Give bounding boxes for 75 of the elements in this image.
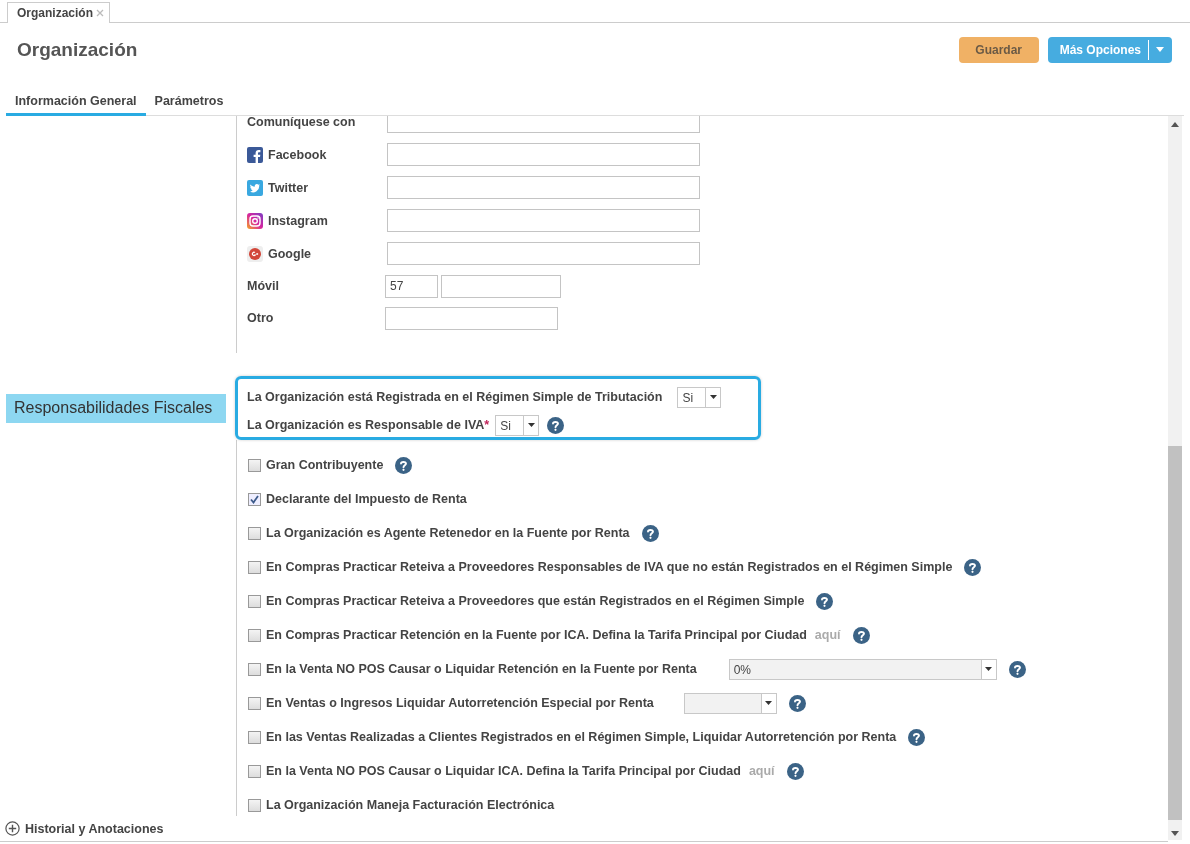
- caret-icon: [709, 395, 717, 399]
- facebook-icon: [247, 146, 263, 163]
- help-icon[interactable]: [964, 558, 982, 576]
- input-field[interactable]: [387, 242, 700, 265]
- scroll-up-icon[interactable]: [1171, 122, 1179, 127]
- input-field[interactable]: [387, 116, 700, 133]
- checkbox[interactable]: [248, 560, 261, 574]
- field-label: Facebook: [268, 147, 327, 162]
- field-label: Otro: [247, 311, 274, 325]
- checkbox[interactable]: [248, 764, 261, 778]
- help-icon[interactable]: [816, 592, 834, 610]
- help-icon[interactable]: [395, 456, 413, 474]
- caret-icon: [527, 423, 535, 427]
- input-field[interactable]: [385, 306, 558, 330]
- scroll-down-icon[interactable]: [1171, 831, 1179, 836]
- option-label: En Compras Practicar Retención en la Fuente por ICA. Defina la Tarifa Principal por Ciudad: [266, 628, 807, 642]
- page-title: Organización: [17, 39, 138, 61]
- tab[interactable]: Parámetros: [145, 94, 233, 116]
- section-label: Responsabilidades Fiscales: [6, 393, 226, 423]
- option-label: Declarante del Impuesto de Renta: [266, 492, 467, 506]
- document-tab[interactable]: Organización: [7, 2, 110, 23]
- help-icon[interactable]: [788, 694, 806, 712]
- option-label: Gran Contribuyente: [266, 458, 384, 472]
- checkbox[interactable]: [248, 662, 261, 676]
- input-field[interactable]: [387, 143, 700, 166]
- caret-icon: [765, 701, 773, 705]
- help-icon[interactable]: [852, 626, 870, 644]
- checkbox[interactable]: [248, 526, 261, 540]
- instagram-icon: [247, 212, 263, 229]
- field-label: Instagram: [268, 213, 328, 228]
- checkbox[interactable]: [248, 492, 261, 506]
- phone-field[interactable]: [441, 274, 561, 298]
- google-plus-icon: [247, 245, 263, 262]
- scroll-thumb[interactable]: [1168, 446, 1182, 820]
- checkbox[interactable]: [248, 628, 261, 642]
- select-field[interactable]: 0%: [728, 658, 997, 680]
- option-label: En Ventas o Ingresos Liquidar Autorretención Especial por Renta: [266, 696, 654, 710]
- input-field[interactable]: [387, 176, 700, 199]
- field-label: La Organización está Registrada en el Régimen Simple de Tributación: [247, 390, 663, 404]
- country-code-field[interactable]: 57: [385, 274, 438, 298]
- plus-circle-icon[interactable]: [5, 821, 20, 836]
- save-button[interactable]: Guardar: [958, 36, 1039, 63]
- option-label: En Compras Practicar Reteiva a Proveedores que están Registrados en el Régimen Simple: [266, 594, 805, 608]
- option-label: En Compras Practicar Reteiva a Proveedores Responsables de IVA que no están Registrados en el Régimen Simple: [266, 560, 953, 574]
- field-label: La Organización es Responsable de IVA*: [247, 418, 490, 432]
- caret-icon: [1156, 47, 1164, 52]
- checkbox[interactable]: [248, 798, 261, 812]
- select-field[interactable]: Si: [677, 386, 722, 408]
- caret-icon: [985, 667, 993, 671]
- option-label: En las Ventas Realizadas a Clientes Registrados en el Régimen Simple, Liquidar Autorretención por Renta: [266, 730, 897, 744]
- twitter-icon: [247, 179, 263, 196]
- help-icon[interactable]: [786, 762, 804, 780]
- option-label: En la Venta NO POS Causar o Liquidar Retención en la Fuente por Renta: [266, 662, 697, 676]
- tab[interactable]: Información General: [6, 94, 146, 116]
- option-label: La Organización es Agente Retenedor en la Fuente por Renta: [266, 526, 630, 540]
- checkbox[interactable]: [248, 730, 261, 744]
- help-icon[interactable]: [908, 728, 926, 746]
- option-label: En la Venta NO POS Causar o Liquidar ICA. Defina la Tarifa Principal por Ciudad: [266, 764, 741, 778]
- field-label: Google: [268, 246, 312, 261]
- history-toggle[interactable]: Historial y Anotaciones: [25, 821, 164, 836]
- field-label: Comuníquese con: [247, 116, 356, 129]
- help-icon[interactable]: [641, 524, 659, 542]
- checkbox[interactable]: [248, 458, 261, 472]
- field-label: Twitter: [268, 180, 309, 195]
- help-icon[interactable]: [1008, 660, 1026, 678]
- field-label: Móvil: [247, 279, 279, 293]
- scrollbar[interactable]: [1168, 116, 1182, 840]
- select-field[interactable]: [683, 692, 777, 714]
- select-field[interactable]: Si: [495, 414, 540, 436]
- checkbox[interactable]: [248, 594, 261, 608]
- input-field[interactable]: [387, 209, 700, 232]
- help-icon[interactable]: [547, 416, 565, 434]
- option-label: La Organización Maneja Facturación Electrónica: [266, 798, 555, 812]
- checkbox[interactable]: [248, 696, 261, 710]
- close-icon[interactable]: [96, 9, 104, 17]
